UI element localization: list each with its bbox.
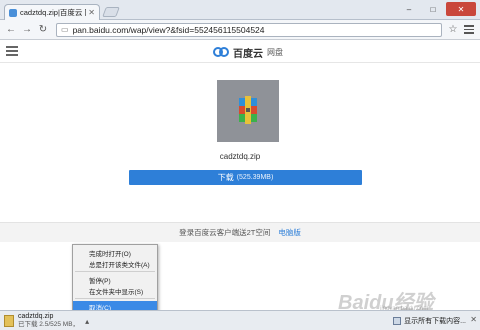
client-promo-bar: 登录百度云客户端送2T空间 电脑版 [0,222,480,242]
zip-file-icon [4,315,14,327]
download-status: 已下载 2.5/525 MB， [18,321,80,328]
cloud-logo-icon [213,47,229,57]
client-promo-text: 登录百度云客户端送2T空间 [179,228,271,237]
menu-item-pause[interactable]: 暂停(P) [73,274,157,285]
download-size: (525.39MB) [236,174,274,181]
zip-file-icon [217,80,279,142]
menu-item-show-in-folder[interactable]: 在文件夹中显示(S) [73,285,157,296]
minimize-icon[interactable]: – [398,2,420,16]
page-header: 百度云 网盘 [0,41,480,63]
back-arrow-icon[interactable]: ← [4,23,18,37]
baidu-yun-logo[interactable]: 百度云 网盘 [212,44,283,60]
chevron-up-icon[interactable]: ▴ [85,317,89,326]
download-file-name: cadztdq.zip [18,313,54,320]
page-icon: ▭ [61,25,69,34]
window-controls: – □ ✕ [398,2,476,16]
new-tab-button[interactable] [102,7,120,17]
menu-separator [75,271,155,272]
close-shelf-icon[interactable]: ✕ [470,315,477,324]
maximize-icon[interactable]: □ [422,2,444,16]
desktop-version-link[interactable]: 电脑版 [278,227,301,238]
menu-item-open-when-done[interactable]: 完成时打开(O) [73,247,157,258]
tab-close-icon[interactable]: ✕ [88,8,95,17]
reload-icon[interactable]: ↻ [36,23,50,37]
show-all-downloads-link[interactable]: 显示所有下载内容... [393,316,466,326]
download-context-menu: 完成时打开(O) 总是打开该类文件(A) 暂停(P) 在文件夹中显示(S) 取消… [72,244,158,315]
file-name: cadztdq.zip [219,152,261,161]
browser-toolbar: ← → ↻ ▭ pan.baidu.com/wap/view?&fsid=552… [0,20,480,40]
menu-icon[interactable] [6,46,18,56]
downloads-icon [393,317,402,325]
favicon-icon [9,8,17,17]
logo-subtitle: 网盘 [267,47,283,57]
window-titlebar: cadztdq.zip|百度云 网盘 ✕ – □ ✕ [0,0,480,20]
browser-menu-icon[interactable] [462,23,476,37]
browser-tab[interactable]: cadztdq.zip|百度云 网盘 ✕ [4,4,100,20]
logo-text: 百度云 [233,48,263,60]
tab-title: cadztdq.zip|百度云 网盘 [20,8,86,17]
menu-item-always-open-type[interactable]: 总是打开该类文件(A) [73,258,157,269]
bookmark-star-icon[interactable]: ☆ [446,23,460,37]
menu-separator [75,298,155,299]
address-text: pan.baidu.com/wap/view?&fsid=55245611550… [72,24,265,35]
download-shelf: cadztdq.zip 已下载 2.5/525 MB， ▴ 显示所有下载内容..… [0,310,480,330]
download-label: 下载 [217,173,234,182]
show-all-label: 显示所有下载内容... [404,318,466,325]
download-button[interactable]: 下载 (525.39MB) [129,170,362,185]
download-item[interactable]: cadztdq.zip 已下载 2.5/525 MB， ▴ [2,312,152,330]
forward-arrow-icon[interactable]: → [20,23,34,37]
close-window-icon[interactable]: ✕ [446,2,476,16]
address-bar[interactable]: ▭ pan.baidu.com/wap/view?&fsid=552456115… [56,22,442,37]
